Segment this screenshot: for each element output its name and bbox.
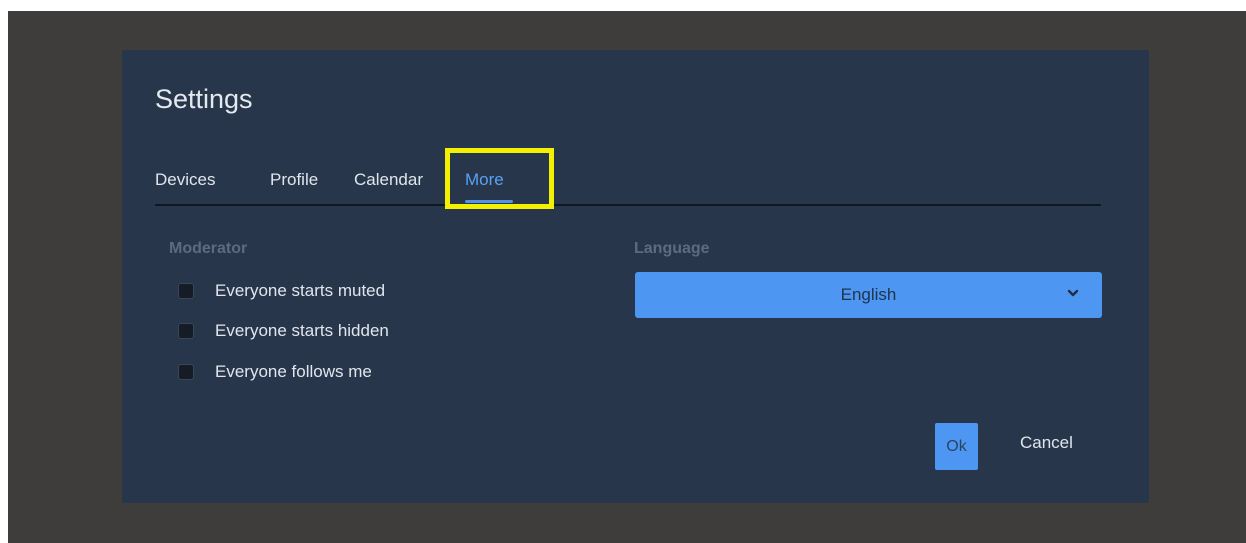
ok-button[interactable]: Ok bbox=[935, 423, 978, 470]
checkbox-follows-me[interactable] bbox=[178, 364, 194, 380]
checkbox-starts-muted[interactable] bbox=[178, 283, 194, 299]
language-section-label: Language bbox=[634, 240, 710, 257]
option-label: Everyone starts hidden bbox=[215, 321, 389, 340]
tab-calendar[interactable]: Calendar bbox=[354, 170, 423, 190]
dialog-title: Settings bbox=[155, 84, 253, 114]
tab-devices[interactable]: Devices bbox=[155, 170, 215, 190]
chevron-down-icon bbox=[1067, 289, 1079, 297]
checkbox-starts-hidden[interactable] bbox=[178, 323, 194, 339]
option-everyone-starts-muted[interactable]: Everyone starts muted bbox=[178, 277, 385, 305]
tab-more[interactable]: More bbox=[465, 170, 504, 190]
settings-dialog: Settings Devices Profile Calendar More M… bbox=[122, 50, 1149, 503]
cancel-button[interactable]: Cancel bbox=[1020, 433, 1073, 453]
language-selected-value: English bbox=[840, 285, 897, 304]
moderator-section-label: Moderator bbox=[169, 240, 248, 257]
option-everyone-follows-me[interactable]: Everyone follows me bbox=[178, 358, 372, 386]
active-tab-indicator bbox=[465, 200, 513, 203]
tab-profile[interactable]: Profile bbox=[270, 170, 318, 190]
option-everyone-starts-hidden[interactable]: Everyone starts hidden bbox=[178, 317, 389, 345]
option-label: Everyone starts muted bbox=[215, 281, 386, 300]
tab-bar: Devices Profile Calendar More bbox=[155, 159, 1101, 206]
option-label: Everyone follows me bbox=[215, 362, 372, 381]
language-select[interactable]: English bbox=[635, 272, 1102, 318]
